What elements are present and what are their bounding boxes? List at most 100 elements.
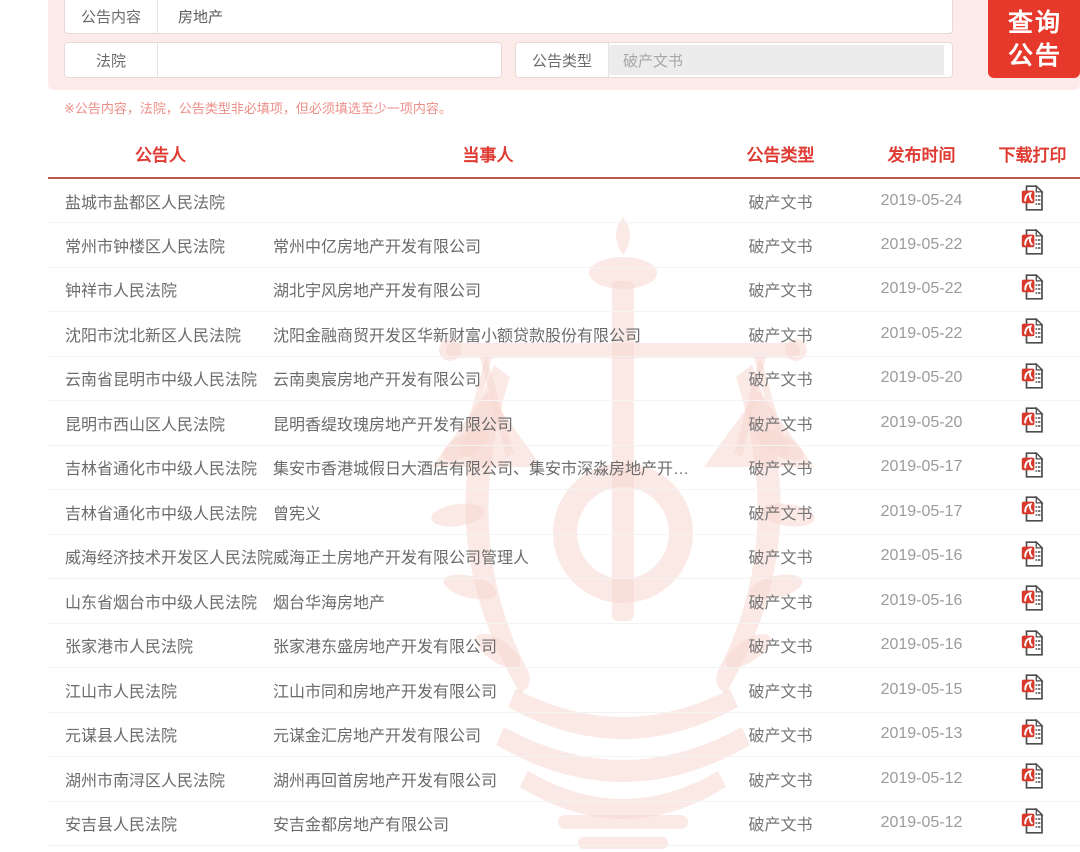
date-cell: 2019-05-22	[858, 222, 985, 268]
announcement-content-input[interactable]	[158, 0, 952, 33]
pdf-download-icon[interactable]	[1021, 584, 1045, 611]
table-row: 盐城市盐都区人民法院 破产文书 2019-05-24	[48, 178, 1080, 223]
announcement-type-select[interactable]: 破产文书	[609, 45, 944, 75]
search-form-panel: 公告内容 法院 公告类型 破产文书	[48, 0, 1080, 90]
table-row: 威海经济技术开发区人民法院 威海正土房地产开发有限公司管理人 破产文书 2019…	[48, 534, 1080, 579]
download-cell	[985, 445, 1080, 490]
party-cell: 安吉金都房地产有限公司	[273, 801, 703, 846]
announcement-content-label: 公告内容	[80, 9, 141, 26]
party-cell: 沈阳金融商贸开发区华新财富小额贷款股份有限公司	[273, 311, 703, 357]
pdf-download-icon[interactable]	[1021, 406, 1045, 433]
party-cell: 集安市香港城假日大酒店有限公司、集安市深淼房地产开…	[273, 445, 703, 490]
header-announcer: 公告人	[48, 130, 273, 179]
party-cell: 威海正土房地产开发有限公司管理人	[273, 534, 703, 579]
header-publish-date: 发布时间	[858, 130, 985, 179]
court-cell: 吉林省通化市中级人民法院	[48, 445, 273, 490]
download-cell	[985, 489, 1080, 535]
pdf-download-icon[interactable]	[1021, 540, 1045, 567]
date-cell: 2019-05-16	[858, 623, 985, 668]
announcement-content-field: 公告内容	[64, 0, 953, 34]
download-cell	[985, 222, 1080, 268]
date-cell: 2019-05-12	[858, 801, 985, 846]
download-cell	[985, 534, 1080, 579]
date-cell: 2019-05-17	[858, 445, 985, 490]
date-cell: 2019-05-24	[858, 178, 985, 223]
type-cell: 破产文书	[703, 712, 858, 757]
table-row: 钟祥市人民法院 湖北宇风房地产开发有限公司 破产文书 2019-05-22	[48, 267, 1080, 312]
pdf-download-icon[interactable]	[1021, 273, 1045, 300]
party-cell: 云南奥宸房地产开发有限公司	[273, 356, 703, 401]
court-cell: 沈阳市沈北新区人民法院	[48, 311, 273, 357]
pdf-download-icon[interactable]	[1021, 362, 1045, 389]
court-cell: 昆明市西山区人民法院	[48, 400, 273, 446]
announcement-type-field: 公告类型 破产文书	[515, 42, 953, 78]
pdf-download-icon[interactable]	[1021, 184, 1045, 211]
type-cell: 破产文书	[703, 222, 858, 268]
party-cell: 元谋金汇房地产开发有限公司	[273, 712, 703, 757]
court-cell: 湖州市南浔区人民法院	[48, 756, 273, 802]
court-cell: 常州市钟楼区人民法院	[48, 222, 273, 268]
table-row: 江山市人民法院 江山市同和房地产开发有限公司 破产文书 2019-05-15	[48, 667, 1080, 713]
download-cell	[985, 667, 1080, 713]
table-row: 常州市钟楼区人民法院 常州中亿房地产开发有限公司 破产文书 2019-05-22	[48, 222, 1080, 268]
download-cell	[985, 356, 1080, 401]
table-row: 山东省烟台市中级人民法院 烟台华海房地产 破产文书 2019-05-16	[48, 578, 1080, 624]
court-cell: 钟祥市人民法院	[48, 267, 273, 312]
party-cell: 湖北宇风房地产开发有限公司	[273, 267, 703, 312]
court-field: 法院	[64, 42, 502, 78]
party-cell: 张家港东盛房地产开发有限公司	[273, 623, 703, 668]
pdf-download-icon[interactable]	[1021, 451, 1045, 478]
table-row: 沈阳市沈北新区人民法院 沈阳金融商贸开发区华新财富小额贷款股份有限公司 破产文书…	[48, 311, 1080, 357]
pdf-download-icon[interactable]	[1021, 629, 1045, 656]
download-cell	[985, 756, 1080, 802]
date-cell: 2019-05-16	[858, 534, 985, 579]
pdf-download-icon[interactable]	[1021, 718, 1045, 745]
court-cell: 安吉县人民法院	[48, 801, 273, 846]
table-row: 吉林省通化市中级人民法院 曾宪义 破产文书 2019-05-17	[48, 489, 1080, 535]
date-cell: 2019-05-22	[858, 267, 985, 312]
court-cell: 山东省烟台市中级人民法院	[48, 578, 273, 624]
type-cell: 破产文书	[703, 400, 858, 446]
table-header-row: 公告人 当事人 公告类型 发布时间 下载打印	[48, 130, 1080, 179]
party-cell: 常州中亿房地产开发有限公司	[273, 222, 703, 268]
type-cell: 破产文书	[703, 534, 858, 579]
table-row: 安吉县人民法院 安吉金都房地产有限公司 破产文书 2019-05-12	[48, 801, 1080, 846]
pdf-download-icon[interactable]	[1021, 317, 1045, 344]
pdf-download-icon[interactable]	[1021, 762, 1045, 789]
court-cell: 元谋县人民法院	[48, 712, 273, 757]
party-cell: 江山市同和房地产开发有限公司	[273, 667, 703, 713]
court-cell: 吉林省通化市中级人民法院	[48, 489, 273, 535]
announcement-table: 公告人 当事人 公告类型 发布时间 下载打印 盐城市盐都区人民法院 破产文书 2…	[48, 130, 1080, 846]
announcement-table-body: 盐城市盐都区人民法院 破产文书 2019-05-24 常州市钟楼区人民法院 常州…	[48, 178, 1080, 846]
court-cell: 张家港市人民法院	[48, 623, 273, 668]
pdf-download-icon[interactable]	[1021, 673, 1045, 700]
table-row: 昆明市西山区人民法院 昆明香缇玫瑰房地产开发有限公司 破产文书 2019-05-…	[48, 400, 1080, 446]
header-type: 公告类型	[703, 130, 858, 179]
party-cell: 曾宪义	[273, 489, 703, 535]
court-announcement-query-page: 公告内容 法院 公告类型 破产文书 查询公告 ※公告内容，法院，公告类型非必填项…	[0, 0, 1080, 852]
court-input[interactable]	[158, 43, 501, 77]
table-row: 湖州市南浔区人民法院 湖州再回首房地产开发有限公司 破产文书 2019-05-1…	[48, 756, 1080, 802]
query-announcements-button[interactable]: 查询公告	[988, 0, 1080, 78]
pdf-download-icon[interactable]	[1021, 228, 1045, 255]
header-party: 当事人	[273, 130, 703, 179]
type-cell: 破产文书	[703, 356, 858, 401]
download-cell	[985, 400, 1080, 446]
table-row: 元谋县人民法院 元谋金汇房地产开发有限公司 破产文书 2019-05-13	[48, 712, 1080, 757]
party-cell: 湖州再回首房地产开发有限公司	[273, 756, 703, 802]
pdf-download-icon[interactable]	[1021, 495, 1045, 522]
party-cell	[273, 178, 703, 223]
table-row: 吉林省通化市中级人民法院 集安市香港城假日大酒店有限公司、集安市深淼房地产开… …	[48, 445, 1080, 490]
announcement-type-label: 公告类型	[531, 52, 592, 70]
type-cell: 破产文书	[703, 578, 858, 624]
type-cell: 破产文书	[703, 667, 858, 713]
form-requirement-note: ※公告内容，法院，公告类型非必填项，但必须填选至少一项内容。	[64, 101, 452, 116]
pdf-download-icon[interactable]	[1021, 807, 1045, 834]
type-cell: 破产文书	[703, 489, 858, 535]
header-download: 下载打印	[985, 130, 1080, 179]
type-cell: 破产文书	[703, 311, 858, 357]
court-cell: 盐城市盐都区人民法院	[48, 178, 273, 223]
table-row: 云南省昆明市中级人民法院 云南奥宸房地产开发有限公司 破产文书 2019-05-…	[48, 356, 1080, 401]
type-cell: 破产文书	[703, 267, 858, 312]
date-cell: 2019-05-20	[858, 400, 985, 446]
